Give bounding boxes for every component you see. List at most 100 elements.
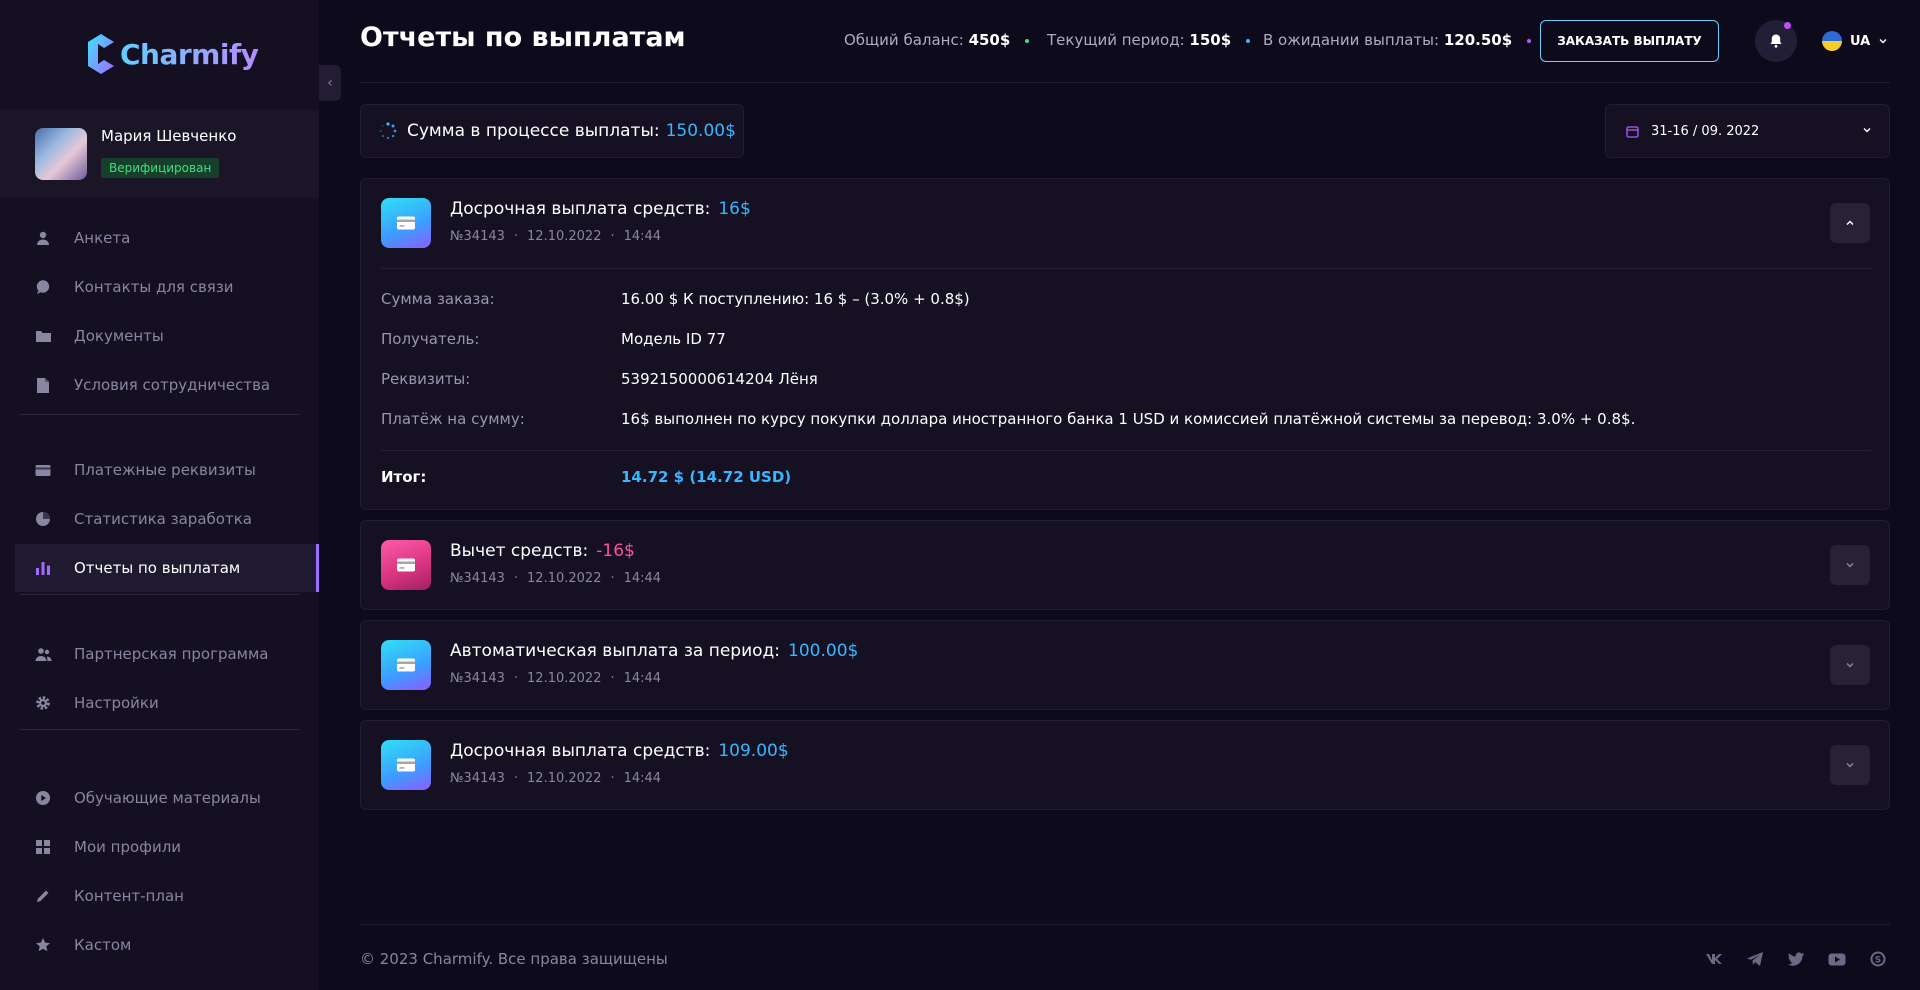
separator-dot: ·	[513, 671, 519, 686]
stat-label: Текущий период:	[1047, 31, 1185, 49]
profile-card[interactable]: Мария Шевченко Верифицирован	[0, 110, 319, 198]
stat-value: 120.50$	[1443, 31, 1513, 49]
language-selector[interactable]: UA	[1822, 30, 1888, 52]
payment-card-icon	[381, 740, 431, 790]
date-range-picker[interactable]: 31-16 / 09. 2022	[1605, 104, 1890, 158]
detail-value: 16.00 $ К поступлению: 16 $ – (3.0% + 0.…	[621, 290, 970, 308]
payout-card: Досрочная выплата средств: 16$ №34143 · 12.1…	[360, 178, 1890, 510]
sidebar-item-label: Мои профили	[74, 838, 182, 856]
payout-type: Досрочная выплата средств:	[450, 199, 711, 219]
logo-icon	[88, 34, 114, 74]
separator-dot: ·	[610, 671, 615, 686]
card-icon	[34, 461, 52, 479]
sidebar-item-label: Кастом	[74, 936, 132, 954]
payout-number: №34143	[450, 671, 505, 686]
sidebar-item-chat[interactable]: Контакты для связи	[15, 263, 319, 311]
stat-label: В ожидании выплаты:	[1263, 31, 1440, 49]
payout-amount: -16$	[596, 541, 635, 561]
expand-button[interactable]	[1830, 645, 1870, 685]
notifications-button[interactable]	[1755, 20, 1797, 62]
payout-date: 12.10.2022	[527, 671, 602, 686]
payout-title: Досрочная выплата средств: 16$	[450, 199, 751, 219]
stat-total-balance: Общий баланс: 450$	[844, 31, 1030, 49]
payout-card: Досрочная выплата средств: 109.00$ №34143 ·…	[360, 720, 1890, 810]
sidebar-item-star[interactable]: Кастом	[15, 921, 319, 969]
separator-dot: ·	[610, 229, 615, 244]
sidebar-item-folder[interactable]: Документы	[15, 312, 319, 360]
payout-date: 12.10.2022	[527, 771, 602, 786]
sidebar-item-pie-chart[interactable]: Статистика заработка	[15, 495, 319, 543]
sidebar-item-card[interactable]: Платежные реквизиты	[15, 446, 319, 494]
logo-text: Charmify	[120, 37, 259, 71]
sidebar-item-label: Контакты для связи	[74, 278, 234, 296]
detail-label: Сумма заказа:	[381, 290, 495, 308]
sidebar-item-file[interactable]: Условия сотрудничества	[15, 361, 319, 409]
stat-pending-payout: В ожидании выплаты: 120.50$	[1263, 31, 1531, 49]
sidebar-item-users[interactable]: Партнерская программа	[15, 630, 319, 678]
payout-title: Вычет средств: -16$	[450, 541, 635, 561]
payout-date: 12.10.2022	[527, 229, 602, 244]
footer-divider	[360, 924, 1890, 925]
gear-icon	[34, 694, 52, 712]
sidebar-item-play[interactable]: Обучающие материалы	[15, 774, 319, 822]
twitter-icon[interactable]	[1786, 949, 1806, 969]
date-range-value: 31-16 / 09. 2022	[1651, 123, 1760, 139]
status-dot	[1025, 38, 1030, 43]
status-dot	[1245, 38, 1250, 43]
notification-dot	[1784, 22, 1791, 29]
vk-icon[interactable]	[1704, 949, 1724, 969]
user-icon	[34, 229, 52, 247]
payment-card-icon	[381, 540, 431, 590]
payout-card: Вычет средств: -16$ №34143 · 12.10.2022 · 14:4…	[360, 520, 1890, 610]
expand-button[interactable]	[1830, 745, 1870, 785]
status-badge: Верифицирован	[101, 158, 220, 178]
payout-type: Автоматическая выплата за период:	[450, 641, 781, 661]
order-payout-button[interactable]: ЗАКАЗАТЬ ВЫПЛАТУ	[1540, 20, 1719, 62]
processing-amount: 150.00$	[665, 121, 736, 141]
copyright: © 2023 Charmify. Все права защищены	[360, 950, 668, 968]
sidebar-divider	[19, 729, 299, 730]
sidebar-item-gear[interactable]: Настройки	[15, 679, 319, 727]
logo[interactable]: Charmify	[86, 30, 259, 78]
page-title: Отчеты по выплатам	[360, 22, 686, 53]
collapse-sidebar-button[interactable]: ‹	[319, 65, 341, 101]
sidebar-item-pencil[interactable]: Контент-план	[15, 872, 319, 920]
telegram-icon[interactable]	[1745, 949, 1765, 969]
bell-icon	[1770, 34, 1782, 48]
payout-type: Досрочная выплата средств:	[450, 741, 711, 761]
payout-time: 14:44	[623, 771, 662, 786]
stat-value: 450$	[968, 31, 1011, 49]
sidebar-item-label: Анкета	[74, 229, 131, 247]
separator-dot: ·	[513, 571, 519, 586]
sidebar-item-grid[interactable]: Мои профили	[15, 823, 319, 871]
payout-title: Досрочная выплата средств: 109.00$	[450, 741, 789, 761]
youtube-icon[interactable]	[1827, 949, 1847, 969]
language-code: UA	[1850, 33, 1871, 49]
stat-current-period: Текущий период: 150$	[1047, 31, 1250, 49]
star-icon	[34, 936, 52, 954]
detail-row: Платёж на сумму: 16$ выполнен по курсу по…	[381, 410, 1871, 430]
payout-amount: 109.00$	[718, 741, 789, 761]
processing-sum-panel: Сумма в процессе выплаты: 150.00$	[360, 104, 744, 158]
sidebar: Charmify Мария Шевченко Верифицирован Ан…	[0, 0, 319, 990]
payment-card-icon	[381, 198, 431, 248]
payout-title: Автоматическая выплата за период: 100.00$	[450, 641, 858, 661]
chat-icon	[34, 278, 52, 296]
payout-meta: №34143 · 12.10.2022 · 14:44	[450, 571, 661, 586]
detail-label: Реквизиты:	[381, 370, 471, 388]
payout-meta: №34143 · 12.10.2022 · 14:44	[450, 671, 661, 686]
expand-button[interactable]	[1830, 545, 1870, 585]
skype-icon[interactable]: S	[1868, 949, 1888, 969]
processing-label: Сумма в процессе выплаты:	[407, 121, 660, 141]
payout-time: 14:44	[623, 229, 662, 244]
detail-value: 16$ выполнен по курсу покупки доллара ин…	[621, 410, 1636, 428]
avatar[interactable]	[35, 128, 87, 180]
collapse-button[interactable]	[1830, 203, 1870, 243]
sidebar-divider	[19, 414, 299, 415]
sidebar-item-bar-chart[interactable]: Отчеты по выплатам	[15, 544, 319, 592]
spinner-icon	[380, 122, 397, 140]
sidebar-item-user[interactable]: Анкета	[15, 214, 319, 262]
payout-date: 12.10.2022	[527, 571, 602, 586]
detail-row: Сумма заказа: 16.00 $ К поступлению: 16 $…	[381, 290, 1871, 310]
sidebar-divider	[19, 594, 299, 595]
